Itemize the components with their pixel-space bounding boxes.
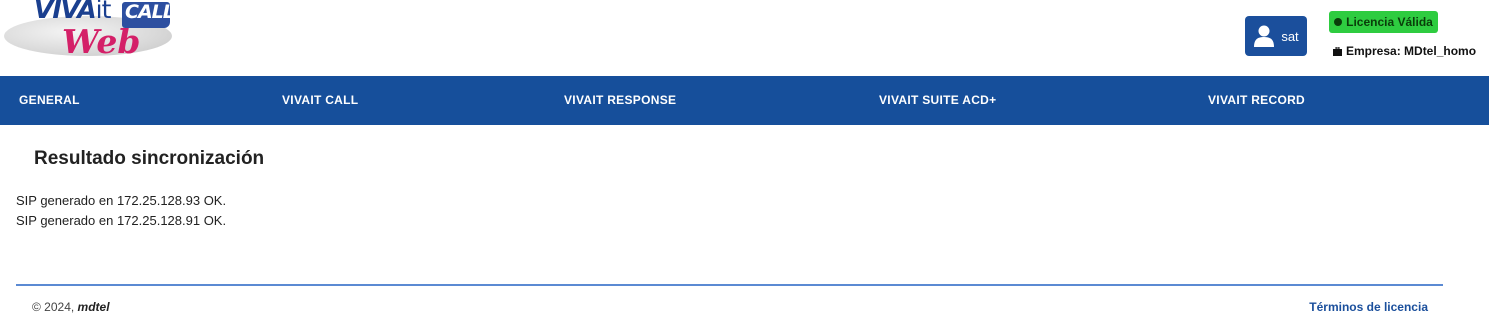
vivait-call-web-logo[interactable]: VIVAit CALL Web bbox=[0, 0, 180, 66]
logo-call-text: CALL bbox=[125, 1, 175, 23]
license-status-label: Licencia Válida bbox=[1346, 15, 1433, 29]
copyright: © 2024, mdtel bbox=[32, 300, 110, 314]
nav-item-vivait-record[interactable]: VIVAIT RECORD bbox=[1208, 76, 1305, 125]
company-label: Empresa: MDtel_homo bbox=[1346, 44, 1477, 58]
user-menu-button[interactable]: sat bbox=[1245, 16, 1307, 56]
logo-viva-text: VIVAit bbox=[34, 0, 111, 24]
footer-divider bbox=[16, 284, 1443, 286]
nav-item-general[interactable]: GENERAL bbox=[19, 76, 80, 125]
sync-results-list: SIP generado en 172.25.128.93 OK. SIP ge… bbox=[16, 191, 226, 231]
license-status-badge: Licencia Válida bbox=[1329, 11, 1438, 33]
user-name: sat bbox=[1281, 28, 1299, 44]
page-title: Resultado sincronización bbox=[34, 148, 265, 169]
company-info: Empresa: MDtel_homo bbox=[1333, 44, 1476, 58]
license-terms-link[interactable]: Términos de licencia bbox=[1309, 300, 1428, 314]
copyright-prefix: © 2024, bbox=[32, 300, 78, 314]
main-nav: GENERAL VIVAIT CALL VIVAIT RESPONSE VIVA… bbox=[0, 76, 1489, 125]
sync-result-line: SIP generado en 172.25.128.93 OK. bbox=[16, 193, 227, 208]
briefcase-icon bbox=[1333, 46, 1342, 56]
logo-web-text: Web bbox=[62, 22, 141, 61]
sync-result-line: SIP generado en 172.25.128.91 OK. bbox=[16, 213, 227, 228]
status-dot-icon bbox=[1334, 18, 1343, 26]
nav-item-vivait-call[interactable]: VIVAIT CALL bbox=[282, 76, 358, 125]
nav-item-vivait-suite-acd[interactable]: VIVAIT SUITE ACD+ bbox=[879, 76, 996, 125]
user-icon bbox=[1254, 25, 1275, 47]
nav-item-vivait-response[interactable]: VIVAIT RESPONSE bbox=[564, 76, 676, 125]
header: VIVAit CALL Web sat Licencia Válida Empr… bbox=[0, 0, 1500, 76]
copyright-brand: mdtel bbox=[77, 300, 110, 314]
